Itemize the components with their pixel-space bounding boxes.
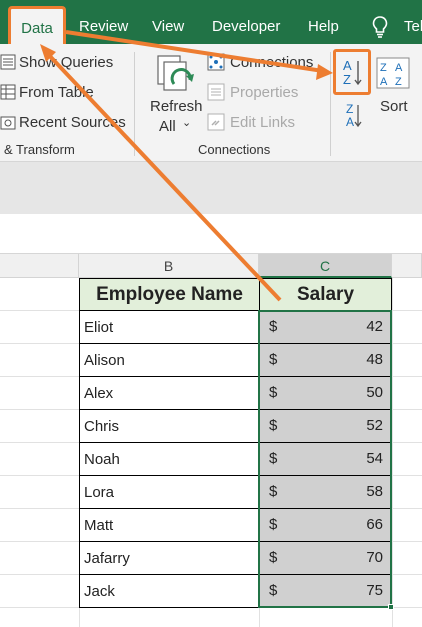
employee-name-cell[interactable]: Jack: [79, 574, 260, 608]
tab-view[interactable]: View: [152, 0, 184, 44]
salary-value: 42: [366, 318, 383, 335]
group-separator: [330, 52, 331, 156]
connections-group-label: Connections: [198, 142, 271, 157]
from-table-label: From Table: [19, 84, 94, 101]
currency-symbol: $: [269, 483, 278, 500]
salary-cell[interactable]: $48: [259, 343, 392, 377]
table-row: Matt $66: [79, 508, 392, 542]
gridline: [392, 278, 393, 627]
currency-symbol: $: [269, 318, 278, 335]
chevron-down-icon: ⌄: [182, 117, 192, 129]
salary-cell[interactable]: $70: [259, 541, 392, 575]
table-header-row: Employee Name Salary: [79, 278, 392, 311]
employee-name-cell[interactable]: Alex: [79, 376, 260, 410]
tab-developer[interactable]: Developer: [212, 0, 280, 44]
sort-z-to-a-icon: Z A: [346, 102, 362, 129]
employee-name-cell[interactable]: Noah: [79, 442, 260, 476]
currency-symbol: $: [269, 450, 278, 467]
sort-label: Sort: [380, 98, 408, 115]
currency-symbol: $: [269, 549, 278, 566]
employee-name-header[interactable]: Employee Name: [79, 278, 260, 311]
currency-symbol: $: [269, 384, 278, 401]
salary-table: Employee Name Salary Eliot $42 Alison $48 Al…: [79, 278, 392, 608]
table-row: Alex $50: [79, 376, 392, 410]
group-separator: [134, 52, 135, 156]
edit-links-icon: [207, 113, 225, 131]
table-row: Jack $75: [79, 574, 392, 608]
salary-header[interactable]: Salary: [259, 278, 392, 311]
svg-text:A: A: [395, 62, 403, 74]
fill-handle[interactable]: [388, 604, 394, 610]
employee-name-cell[interactable]: Lora: [79, 475, 260, 509]
sheet-top-margin: [0, 214, 422, 254]
salary-cell[interactable]: $54: [259, 442, 392, 476]
refresh-all-icon: [157, 55, 194, 91]
svg-text:Z: Z: [395, 76, 402, 88]
salary-cell[interactable]: $58: [259, 475, 392, 509]
employee-name-cell[interactable]: Eliot: [79, 310, 260, 344]
recent-sources-icon: [0, 116, 16, 130]
edit-links-label: Edit Links: [230, 114, 296, 131]
table-row: Noah $54: [79, 442, 392, 476]
formula-bar-area: [0, 162, 422, 214]
salary-value: 52: [366, 417, 383, 434]
svg-text:A: A: [346, 115, 354, 129]
queries-icon: [0, 54, 16, 70]
svg-text:Z: Z: [346, 102, 353, 116]
ribbon-tab-bar: Data Review View Developer Help Tel: [0, 0, 422, 44]
sort-dialog-icon: Z A A Z: [376, 57, 410, 89]
salary-value: 50: [366, 384, 383, 401]
salary-cell[interactable]: $66: [259, 508, 392, 542]
employee-name-cell[interactable]: Jafarry: [79, 541, 260, 575]
salary-cell[interactable]: $42: [259, 310, 392, 344]
table-icon: [0, 84, 16, 100]
salary-cell[interactable]: $52: [259, 409, 392, 443]
column-header-b[interactable]: B: [79, 254, 259, 278]
column-header-a[interactable]: [0, 254, 79, 278]
table-row: Chris $52: [79, 409, 392, 443]
currency-symbol: $: [269, 417, 278, 434]
tab-help[interactable]: Help: [308, 0, 339, 44]
salary-value: 48: [366, 351, 383, 368]
sort-a-to-z-icon: A Z: [343, 58, 362, 87]
currency-symbol: $: [269, 582, 278, 599]
recent-sources-label: Recent Sources: [19, 114, 126, 131]
properties-icon: [207, 83, 225, 101]
table-row: Eliot $42: [79, 310, 392, 344]
tab-review[interactable]: Review: [79, 0, 128, 44]
svg-text:Z: Z: [380, 62, 387, 74]
employee-name-cell[interactable]: Alison: [79, 343, 260, 377]
salary-cell[interactable]: $50: [259, 376, 392, 410]
column-header-c[interactable]: C: [259, 254, 392, 278]
svg-text:Z: Z: [343, 72, 351, 87]
sort-a-to-z-button[interactable]: A Z: [333, 49, 371, 95]
column-header-d[interactable]: [392, 254, 422, 278]
table-row: Alison $48: [79, 343, 392, 377]
tab-data[interactable]: Data: [8, 6, 66, 44]
salary-value: 70: [366, 549, 383, 566]
svg-text:A: A: [380, 76, 388, 88]
show-queries-label: Show Queries: [19, 54, 114, 71]
connections-icon: [207, 53, 225, 71]
salary-value: 75: [366, 582, 383, 599]
employee-name-cell[interactable]: Matt: [79, 508, 260, 542]
table-row: Jafarry $70: [79, 541, 392, 575]
salary-cell[interactable]: $75: [259, 574, 392, 608]
table-row: Lora $58: [79, 475, 392, 509]
get-transform-group-label: & Transform: [4, 142, 75, 157]
lightbulb-icon[interactable]: [372, 16, 388, 38]
salary-value: 54: [366, 450, 383, 467]
employee-name-cell[interactable]: Chris: [79, 409, 260, 443]
currency-symbol: $: [269, 351, 278, 368]
properties-label: Properties: [230, 84, 299, 101]
connections-label: Connections: [230, 54, 314, 71]
currency-symbol: $: [269, 516, 278, 533]
svg-text:A: A: [343, 58, 352, 73]
salary-value: 66: [366, 516, 383, 533]
refresh-label-line2: All: [159, 118, 176, 135]
salary-value: 58: [366, 483, 383, 500]
refresh-label-line1: Refresh: [150, 98, 203, 115]
